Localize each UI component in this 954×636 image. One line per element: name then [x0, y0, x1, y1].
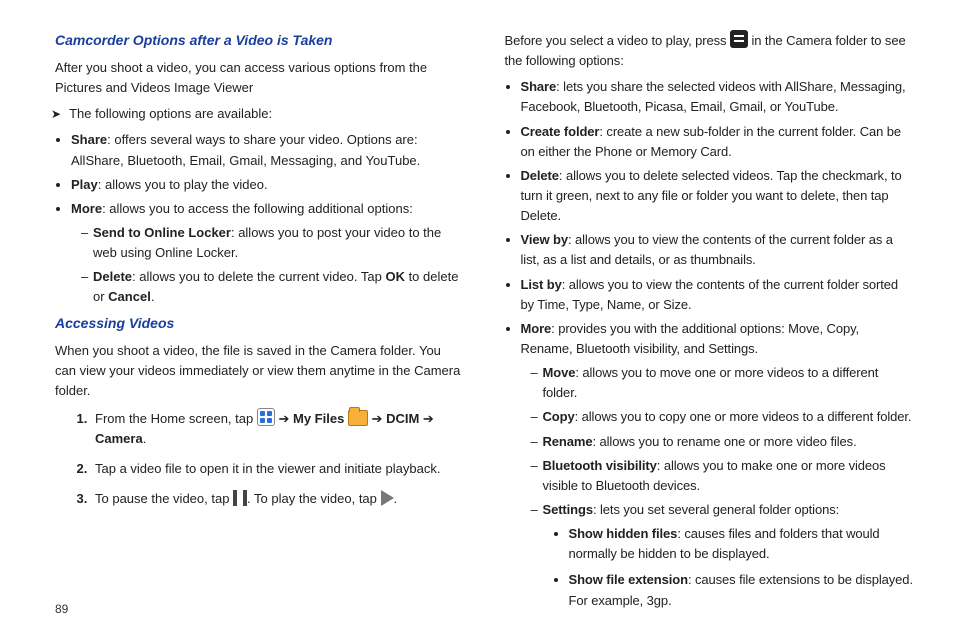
folder-icon: [348, 410, 368, 426]
sub-move: Move: allows you to move one or more vid…: [531, 363, 915, 403]
step3-b: . To play the video, tap: [247, 491, 380, 506]
opt-share: Share: lets you share the selected video…: [521, 77, 915, 117]
settings-sublist: Show hidden files: causes files and fold…: [543, 524, 915, 611]
text: : allows you to view the contents of the…: [521, 277, 899, 312]
page-number: 89: [55, 602, 68, 616]
step-3: To pause the video, tap . To play the vi…: [91, 489, 465, 509]
text: : allows you to rename one or more video…: [592, 434, 856, 449]
term: Settings: [543, 502, 593, 517]
text: : allows you to access the following add…: [102, 201, 413, 216]
my-files-label: My Files: [293, 411, 344, 426]
opt-view-by: View by: allows you to view the contents…: [521, 230, 915, 270]
text: : allows you to play the video.: [98, 177, 268, 192]
apps-icon: [257, 408, 275, 426]
sub-rename: Rename: allows you to rename one or more…: [531, 432, 915, 452]
para-access: When you shoot a video, the file is save…: [55, 341, 465, 401]
available-line: ➤ The following options are available:: [37, 104, 465, 124]
opt-more: More: provides you with the additional o…: [521, 319, 915, 611]
camcorder-option-list: Share: offers several ways to share your…: [55, 130, 465, 307]
opt-delete: Delete: allows you to delete selected vi…: [521, 166, 915, 226]
text: : allows you to copy one or more videos …: [575, 409, 912, 424]
menu-icon: [730, 30, 748, 48]
camera-folder-options: Share: lets you share the selected video…: [505, 77, 915, 610]
tail: .: [151, 289, 155, 304]
ok-label: OK: [385, 269, 405, 284]
arrow-1: ➔: [278, 411, 289, 426]
text-a: : allows you to delete the current video…: [132, 269, 385, 284]
step1-text-a: From the Home screen, tap: [95, 411, 257, 426]
more-delete: Delete: allows you to delete the current…: [81, 267, 465, 307]
right-intro-a: Before you select a video to play, press: [505, 33, 730, 48]
play-icon: [381, 490, 394, 506]
text: : lets you set several general folder op…: [593, 502, 839, 517]
term: Create folder: [521, 124, 600, 139]
term: List by: [521, 277, 562, 292]
pointer-icon: ➤: [37, 104, 61, 124]
heading-accessing-videos: Accessing Videos: [55, 313, 465, 335]
cancel-label: Cancel: [108, 289, 151, 304]
term: View by: [521, 232, 568, 247]
manual-page: Camcorder Options after a Video is Taken…: [0, 0, 954, 636]
term: Show file extension: [569, 572, 688, 587]
sub-settings: Settings: lets you set several general f…: [531, 500, 915, 611]
step3-a: To pause the video, tap: [95, 491, 233, 506]
term: More: [521, 321, 552, 336]
text: : allows you to move one or more videos …: [543, 365, 879, 400]
arrow-2: ➔: [372, 411, 383, 426]
text: : provides you with the additional optio…: [521, 321, 860, 356]
more-sublist-right: Move: allows you to move one or more vid…: [521, 363, 915, 611]
term: Bluetooth visibility: [543, 458, 657, 473]
term: Rename: [543, 434, 593, 449]
more-sublist: Send to Online Locker: allows you to pos…: [71, 223, 465, 308]
right-intro: Before you select a video to play, press…: [505, 30, 915, 71]
left-column: Camcorder Options after a Video is Taken…: [55, 30, 465, 616]
heading-camcorder-options: Camcorder Options after a Video is Taken: [55, 30, 465, 52]
text: : offers several ways to share your vide…: [71, 132, 420, 167]
step-2: Tap a video file to open it in the viewe…: [91, 459, 465, 479]
term: Send to Online Locker: [93, 225, 231, 240]
option-play: Play: allows you to play the video.: [71, 175, 465, 195]
term: Move: [543, 365, 576, 380]
set-hidden: Show hidden files: causes files and fold…: [569, 524, 915, 564]
term: Show hidden files: [569, 526, 678, 541]
term: Delete: [521, 168, 559, 183]
arrow-3: ➔: [423, 411, 434, 426]
opt-create-folder: Create folder: create a new sub-folder i…: [521, 122, 915, 162]
term: Share: [521, 79, 557, 94]
camera-label: Camera: [95, 431, 143, 446]
step3-tail: .: [394, 491, 398, 506]
term: Play: [71, 177, 98, 192]
text: : allows you to delete selected videos. …: [521, 168, 902, 223]
term: Copy: [543, 409, 575, 424]
more-send-online: Send to Online Locker: allows you to pos…: [81, 223, 465, 263]
sub-copy: Copy: allows you to copy one or more vid…: [531, 407, 915, 427]
term: Delete: [93, 269, 132, 284]
text: : lets you share the selected videos wit…: [521, 79, 906, 114]
para-intro: After you shoot a video, you can access …: [55, 58, 465, 98]
step-1: From the Home screen, tap ➔ My Files ➔ D…: [91, 408, 465, 449]
dcim-label: DCIM: [386, 411, 419, 426]
term: Share: [71, 132, 107, 147]
text: : allows you to view the contents of the…: [521, 232, 893, 267]
opt-list-by: List by: allows you to view the contents…: [521, 275, 915, 315]
pause-icon: [233, 490, 247, 506]
right-column: Before you select a video to play, press…: [505, 30, 915, 616]
steps-list: From the Home screen, tap ➔ My Files ➔ D…: [55, 408, 465, 510]
sub-bluetooth: Bluetooth visibility: allows you to make…: [531, 456, 915, 496]
available-text: The following options are available:: [69, 104, 272, 124]
set-extension: Show file extension: causes file extensi…: [569, 570, 915, 610]
option-share: Share: offers several ways to share your…: [71, 130, 465, 170]
option-more: More: allows you to access the following…: [71, 199, 465, 308]
term: More: [71, 201, 102, 216]
